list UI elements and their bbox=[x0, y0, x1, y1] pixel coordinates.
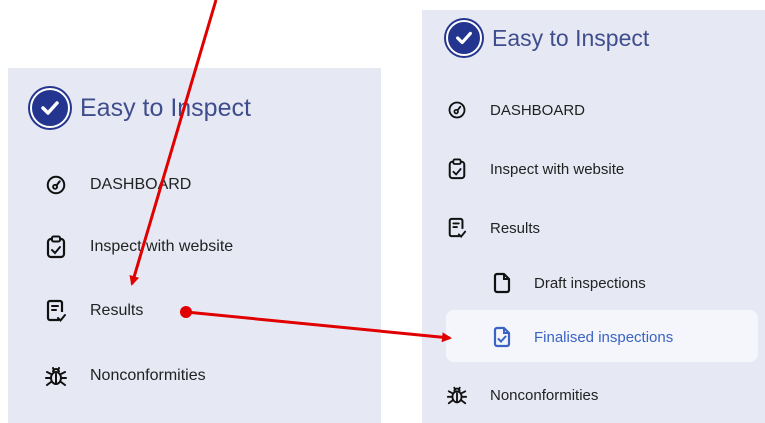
bug-icon bbox=[446, 384, 468, 406]
nav-label: Nonconformities bbox=[90, 367, 206, 384]
gauge-icon bbox=[44, 174, 68, 196]
gauge-icon bbox=[446, 100, 468, 120]
nav-item-draft-inspections[interactable]: Draft inspections bbox=[492, 272, 646, 294]
nav-label: Results bbox=[490, 219, 541, 237]
brand[interactable]: Easy to Inspect bbox=[446, 20, 649, 56]
nav-label: Inspect with website bbox=[90, 238, 234, 255]
nav-item-results[interactable]: Results bbox=[446, 217, 540, 239]
checkmark-logo-icon bbox=[30, 88, 70, 128]
app-title: Easy to Inspect bbox=[80, 93, 251, 122]
nav-item-finalised-inspections[interactable]: Finalised inspections bbox=[492, 326, 673, 348]
app-title: Easy to Inspect bbox=[492, 24, 650, 51]
brand[interactable]: Easy to Inspect bbox=[30, 88, 251, 128]
nav-label: DASHBOARD bbox=[90, 176, 192, 193]
checkmark-logo-icon bbox=[446, 20, 482, 56]
nav-item-dashboard[interactable]: DASHBOARD bbox=[44, 174, 191, 196]
nav-label: Draft inspections bbox=[534, 274, 646, 292]
clipboard-check-icon bbox=[446, 158, 468, 180]
sidebar-expanded: Easy to Inspect DASHBOARD Inspect with w… bbox=[422, 10, 765, 423]
clipboard-check-icon bbox=[44, 235, 68, 259]
nav-label: Nonconformities bbox=[490, 386, 599, 404]
sidebar-collapsed: Easy to Inspect DASHBOARD Inspect with w… bbox=[8, 68, 381, 423]
nav-item-nonconformities[interactable]: Nonconformities bbox=[446, 384, 598, 406]
nav-item-results[interactable]: Results bbox=[44, 299, 143, 323]
nav-item-dashboard[interactable]: DASHBOARD bbox=[446, 100, 585, 120]
nav-item-nonconformities[interactable]: Nonconformities bbox=[44, 364, 206, 388]
document-check-icon bbox=[44, 299, 68, 323]
nav-label: Inspect with website bbox=[490, 160, 625, 178]
file-icon bbox=[492, 272, 512, 294]
nav-label: DASHBOARD bbox=[490, 101, 586, 119]
document-check-icon bbox=[446, 217, 468, 239]
nav-label: Results bbox=[90, 302, 144, 319]
nav-item-inspect-with-website[interactable]: Inspect with website bbox=[446, 158, 624, 180]
bug-icon bbox=[44, 364, 68, 388]
nav-item-inspect-with-website[interactable]: Inspect with website bbox=[44, 235, 233, 259]
nav-label: Finalised inspections bbox=[534, 328, 674, 346]
file-check-icon bbox=[492, 326, 512, 348]
